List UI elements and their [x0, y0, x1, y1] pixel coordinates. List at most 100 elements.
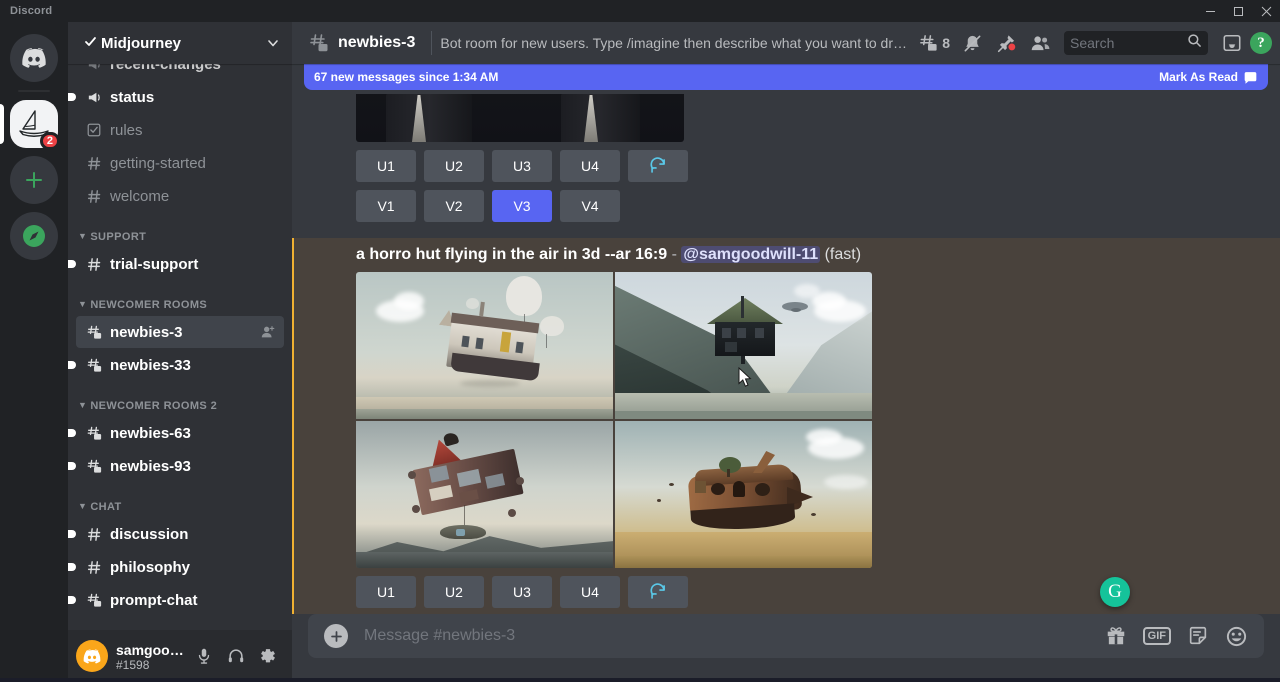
chat-header: newbies-3 Bot room for new users. Type /… — [292, 22, 1280, 64]
sidebar-item-rules[interactable]: rules — [76, 114, 284, 146]
previous-message-buttons: U1 U2 U3 U4 V1 — [356, 142, 1264, 222]
guild-header[interactable]: Midjourney — [68, 22, 292, 64]
category-newcomer-rooms[interactable]: ▼ NEWCOMER ROOMS — [68, 281, 292, 315]
new-messages-text: 67 new messages since 1:34 AM — [314, 70, 1159, 84]
channel-title[interactable]: newbies-3 — [338, 34, 415, 52]
mute-button[interactable] — [188, 640, 220, 672]
sidebar-item-recent-changes[interactable]: recent-changes — [76, 64, 284, 80]
sidebar-item-newbies-63[interactable]: newbies-63 — [76, 417, 284, 449]
variation-button-v4[interactable]: V4 — [560, 190, 620, 222]
upscale-button-u3[interactable]: U3 — [492, 150, 552, 182]
message-list[interactable]: U1 U2 U3 U4 V1 — [292, 64, 1280, 614]
member-list-button[interactable] — [1024, 27, 1056, 59]
upscale-button-u4[interactable]: U4 — [560, 150, 620, 182]
sidebar-item-newbies-3[interactable]: newbies-3 — [76, 316, 284, 348]
upscale-button-u2[interactable]: U2 — [424, 576, 484, 608]
upscale-button-u3[interactable]: U3 — [492, 576, 552, 608]
emoji-button[interactable] — [1225, 625, 1248, 648]
category-newcomer-rooms-2[interactable]: ▼ NEWCOMER ROOMS 2 — [68, 382, 292, 416]
variation-button-row: V1 V2 V3 V4 — [356, 190, 1264, 222]
reroll-button[interactable] — [628, 576, 688, 608]
window-controls — [1196, 0, 1280, 22]
microphone-icon — [195, 647, 213, 665]
add-member-icon[interactable] — [260, 324, 276, 340]
hash-thread-icon — [84, 322, 104, 342]
sidebar-item-newbies-33[interactable]: newbies-33 — [76, 349, 284, 381]
category-chat[interactable]: ▼ CHAT — [68, 483, 292, 517]
member-list-icon — [1030, 33, 1051, 54]
user-discriminator: #1598 — [116, 659, 188, 672]
new-messages-bar[interactable]: 67 new messages since 1:34 AM Mark As Re… — [304, 64, 1268, 90]
minimize-button[interactable] — [1196, 0, 1224, 22]
chevron-down-icon[interactable] — [258, 36, 288, 50]
channel-list[interactable]: recent-changes status rules getting — [68, 64, 292, 630]
grammarly-badge[interactable]: G — [1100, 577, 1130, 607]
sidebar-item-trial-support[interactable]: trial-support — [76, 248, 284, 280]
sidebar-item-label: status — [110, 89, 276, 106]
guild-midjourney[interactable]: 2 — [10, 100, 58, 148]
window-titlebar: Discord — [0, 0, 1280, 22]
gift-button[interactable] — [1105, 625, 1127, 647]
sidebar-item-getting-started[interactable]: getting-started — [76, 147, 284, 179]
sidebar-item-prompt-chat[interactable]: prompt-chat — [76, 584, 284, 616]
sidebar-item-philosophy[interactable]: philosophy — [76, 551, 284, 583]
image-cell-2[interactable] — [615, 272, 872, 419]
variation-button-v3[interactable]: V3 — [492, 190, 552, 222]
maximize-button[interactable] — [1224, 0, 1252, 22]
hash-icon — [84, 557, 104, 577]
sidebar-item-label: philosophy — [110, 559, 276, 576]
deafen-button[interactable] — [220, 640, 252, 672]
sidebar-item-welcome[interactable]: welcome — [76, 180, 284, 212]
sidebar-item-discussion[interactable]: discussion — [76, 518, 284, 550]
message-input[interactable]: Message #newbies-3 — [364, 627, 1105, 645]
avatar[interactable] — [76, 640, 108, 672]
category-label: CHAT — [90, 501, 121, 513]
chevron-down-icon: ▼ — [78, 300, 87, 309]
pinned-messages-button[interactable] — [990, 27, 1022, 59]
search-input[interactable]: Search — [1070, 35, 1187, 51]
rail-divider — [18, 90, 50, 92]
mark-as-read-button[interactable]: Mark As Read — [1159, 70, 1258, 85]
upscale-button-u2[interactable]: U2 — [424, 150, 484, 182]
variation-button-v2[interactable]: V2 — [424, 190, 484, 222]
upscale-button-u1[interactable]: U1 — [356, 150, 416, 182]
upscale-button-u4[interactable]: U4 — [560, 576, 620, 608]
user-mention[interactable]: @samgoodwill-11 — [681, 246, 820, 263]
image-cell-previous[interactable] — [356, 94, 684, 142]
gif-button[interactable]: GIF — [1143, 627, 1171, 645]
variation-button-v1[interactable]: V1 — [356, 190, 416, 222]
image-cell-3[interactable] — [356, 421, 613, 568]
home-button[interactable] — [10, 34, 58, 82]
hash-thread-icon — [308, 32, 330, 54]
category-label: NEWCOMER ROOMS — [90, 299, 207, 311]
notification-settings-button[interactable] — [956, 27, 988, 59]
threads-button[interactable]: 8 — [914, 27, 954, 59]
sidebar-item-newbies-93[interactable]: newbies-93 — [76, 450, 284, 482]
sticker-button[interactable] — [1187, 625, 1209, 647]
reroll-button[interactable] — [628, 150, 688, 182]
message-composer[interactable]: Message #newbies-3 GIF — [308, 614, 1264, 658]
inbox-icon — [1222, 33, 1242, 53]
search-box[interactable]: Search — [1064, 31, 1208, 55]
previous-image-clip[interactable] — [308, 94, 1264, 142]
explore-servers-button[interactable] — [10, 212, 58, 260]
reroll-icon — [649, 583, 667, 601]
attach-file-button[interactable] — [324, 624, 348, 648]
inbox-button[interactable] — [1216, 27, 1248, 59]
mark-as-read-label: Mark As Read — [1159, 70, 1238, 84]
add-server-button[interactable] — [10, 156, 58, 204]
channel-topic[interactable]: Bot room for new users. Type /imagine th… — [440, 35, 914, 51]
close-button[interactable] — [1252, 0, 1280, 22]
image-cell-1[interactable] — [356, 272, 613, 419]
guild-name: Midjourney — [101, 35, 258, 52]
image-grid[interactable] — [356, 272, 872, 568]
category-support[interactable]: ▼ SUPPORT — [68, 213, 292, 247]
upscale-button-u1[interactable]: U1 — [356, 576, 416, 608]
help-button[interactable]: ? — [1250, 32, 1272, 54]
user-settings-button[interactable] — [252, 640, 284, 672]
prompt-separator: - — [672, 246, 677, 263]
header-actions: 8 — [914, 27, 1272, 59]
image-cell-4[interactable] — [615, 421, 872, 568]
user-info[interactable]: samgoodw... #1598 — [116, 641, 188, 672]
sidebar-item-status[interactable]: status — [76, 81, 284, 113]
